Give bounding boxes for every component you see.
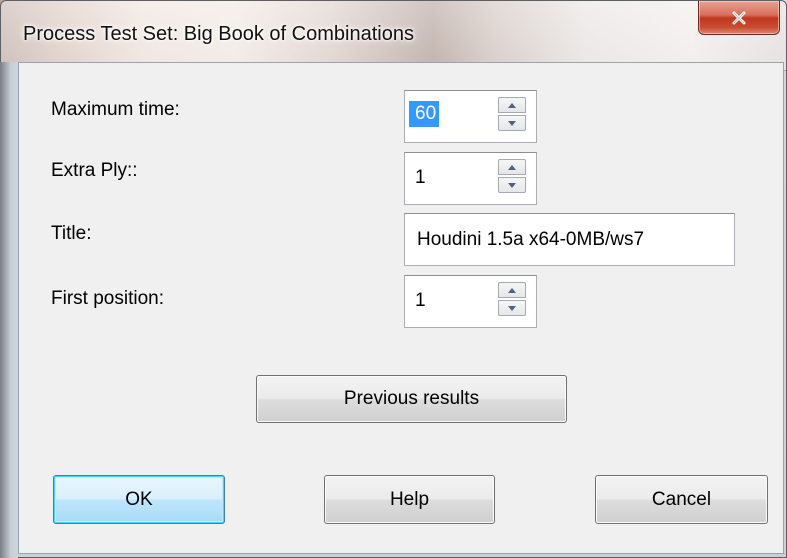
previous-results-button[interactable]: Previous results — [256, 375, 567, 423]
arrow-up-icon — [508, 102, 516, 108]
cancel-button[interactable]: Cancel — [595, 475, 768, 524]
close-button[interactable] — [698, 1, 780, 35]
title-label: Title: — [51, 223, 92, 244]
max-time-label: Maximum time: — [51, 99, 180, 120]
first-position-arrows — [498, 282, 528, 318]
dialog-client-area: Maximum time: 60 Extra Ply:: 1 Title: Fi… — [18, 62, 784, 554]
extra-ply-down-button[interactable] — [498, 177, 526, 193]
first-position-down-button[interactable] — [498, 300, 526, 316]
help-button[interactable]: Help — [324, 475, 495, 524]
max-time-down-button[interactable] — [498, 115, 526, 131]
extra-ply-value[interactable]: 1 — [415, 167, 426, 189]
max-time-spinner[interactable]: 60 — [404, 90, 537, 143]
arrow-down-icon — [508, 182, 516, 188]
arrow-up-icon — [508, 287, 516, 293]
window-left-frame — [0, 62, 18, 558]
extra-ply-arrows — [498, 159, 528, 195]
first-position-up-button[interactable] — [498, 282, 526, 298]
max-time-value[interactable]: 60 — [409, 101, 440, 127]
first-position-value[interactable]: 1 — [415, 290, 426, 312]
arrow-down-icon — [508, 120, 516, 126]
window-title: Process Test Set: Big Book of Combinatio… — [23, 23, 414, 45]
extra-ply-up-button[interactable] — [498, 159, 526, 175]
first-position-spinner[interactable]: 1 — [404, 275, 537, 328]
extra-ply-spinner[interactable]: 1 — [404, 152, 537, 205]
extra-ply-label: Extra Ply:: — [51, 160, 138, 181]
close-icon — [732, 11, 746, 24]
arrow-down-icon — [508, 305, 516, 311]
arrow-up-icon — [508, 164, 516, 170]
max-time-up-button[interactable] — [498, 97, 526, 113]
title-bar[interactable]: Process Test Set: Big Book of Combinatio… — [1, 1, 786, 63]
max-time-arrows — [498, 97, 528, 133]
title-input[interactable] — [404, 213, 735, 266]
ok-button[interactable]: OK — [53, 475, 225, 524]
first-position-label: First position: — [51, 288, 164, 309]
